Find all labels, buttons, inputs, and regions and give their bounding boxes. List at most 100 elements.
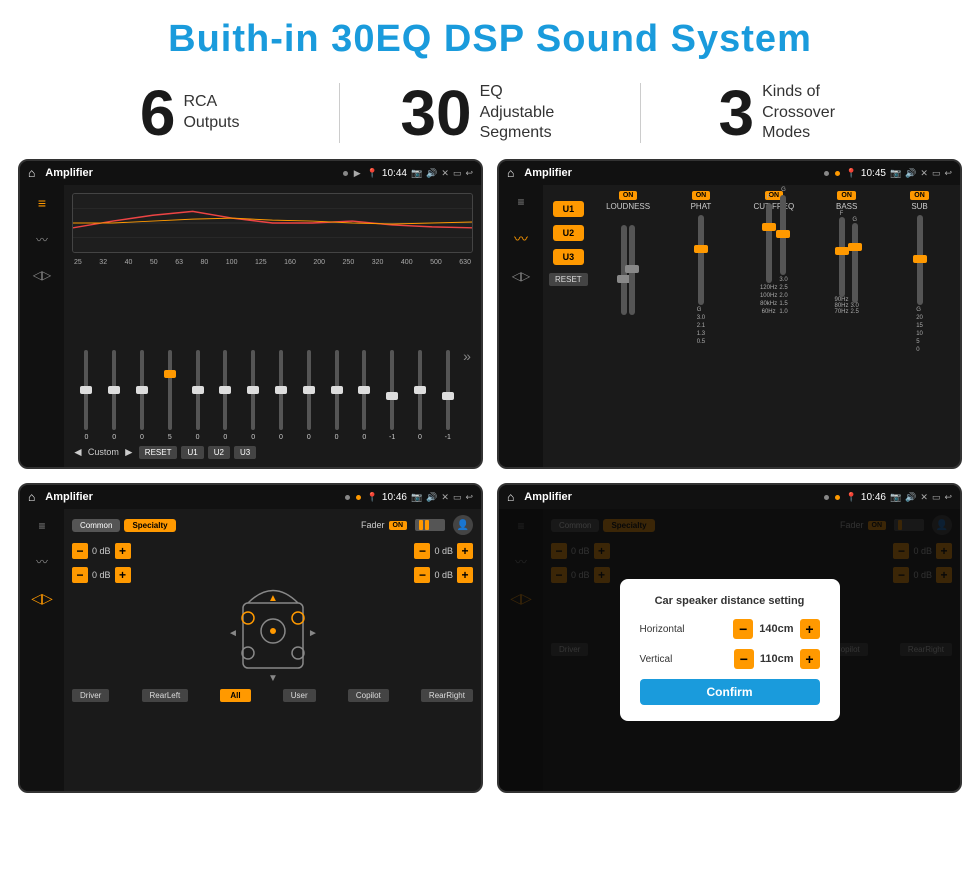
toggle-bass[interactable]: ON	[837, 191, 856, 200]
eq-freq-labels: 25 32 40 50 63 80 100 125 160 200 250 32…	[72, 259, 473, 266]
cutfreq-sliders: F 120Hz 100Hz 80kHz 60Hz G 3.0	[760, 215, 788, 315]
btn-user[interactable]: User	[283, 689, 316, 702]
btn-all[interactable]: All	[220, 689, 250, 702]
db-minus-rr[interactable]: −	[414, 567, 430, 583]
wave-icon-2[interactable]: 〰	[514, 229, 528, 249]
freq-100: 100	[226, 259, 238, 266]
eq-slider-3[interactable]: 5	[157, 350, 182, 441]
eq-slider-1[interactable]: 0	[102, 350, 127, 441]
dialog-vertical-row: Vertical − 110cm +	[640, 649, 820, 669]
home-icon-2[interactable]: ⌂	[507, 166, 514, 180]
home-icon-1[interactable]: ⌂	[28, 166, 35, 180]
eq-slider-8[interactable]: 0	[296, 350, 321, 441]
db-minus-rl[interactable]: −	[72, 567, 88, 583]
horizontal-minus[interactable]: −	[733, 619, 753, 639]
camera-icon-4: 📷	[890, 492, 901, 503]
freq-320: 320	[372, 259, 384, 266]
screen-1-body: ≡ 〰 ◁▷	[20, 185, 481, 467]
rect-icon-2: ▭	[932, 168, 941, 179]
btn-rearleft[interactable]: RearLeft	[142, 689, 189, 702]
horizontal-plus[interactable]: +	[800, 619, 820, 639]
home-icon-3[interactable]: ⌂	[28, 490, 35, 504]
toggle-loudness[interactable]: ON	[619, 191, 638, 200]
db-plus-fr[interactable]: +	[457, 543, 473, 559]
fader-slider[interactable]	[415, 519, 445, 531]
stat-eq-label: EQ AdjustableSegments	[480, 82, 580, 144]
eq-slider-13[interactable]: -1	[435, 350, 460, 441]
eq-slider-9[interactable]: 0	[324, 350, 349, 441]
eq-slider-12[interactable]: 0	[408, 350, 433, 441]
camera-icon: 📷	[411, 168, 422, 179]
db-plus-fl[interactable]: +	[115, 543, 131, 559]
db-minus-fl[interactable]: −	[72, 543, 88, 559]
speaker-tabs: Common Specialty Fader ON 👤	[72, 515, 473, 535]
screen-4-body: ≡ 〰 ◁▷ Common Specialty Fader ON 👤	[499, 509, 960, 791]
db-row-rl: − 0 dB +	[72, 567, 131, 583]
expand-icon[interactable]: »	[463, 348, 471, 364]
u3-button[interactable]: U3	[234, 446, 256, 459]
speaker-icon-2[interactable]: ◁▷	[512, 269, 530, 283]
wave-icon[interactable]: 〰	[36, 231, 48, 248]
preset-u1[interactable]: U1	[553, 201, 585, 217]
status-dot-4a	[824, 495, 829, 500]
eq-slider-11[interactable]: -1	[380, 350, 405, 441]
db-minus-fr[interactable]: −	[414, 543, 430, 559]
label-horizontal: Horizontal	[640, 624, 685, 635]
vertical-minus[interactable]: −	[734, 649, 754, 669]
svg-text:►: ►	[308, 628, 318, 639]
x-icon-3: ✕	[441, 492, 449, 503]
next-icon[interactable]: ►	[123, 445, 135, 459]
x-icon: ✕	[441, 168, 449, 179]
db-row-fr: − 0 dB +	[414, 543, 473, 559]
db-plus-rl[interactable]: +	[115, 567, 131, 583]
person-icon[interactable]: 👤	[453, 515, 473, 535]
db-plus-rr[interactable]: +	[457, 567, 473, 583]
prev-icon[interactable]: ◄	[72, 445, 84, 459]
preset-u2[interactable]: U2	[553, 225, 585, 241]
preset-u3[interactable]: U3	[553, 249, 585, 265]
status-icons-3: 📍 10:46 📷 🔊 ✕ ▭ ↩	[367, 492, 473, 503]
vertical-control: − 110cm +	[734, 649, 820, 669]
wave-icon-3[interactable]: 〰	[36, 553, 48, 570]
db-value-fr: 0 dB	[434, 546, 453, 556]
vertical-plus[interactable]: +	[800, 649, 820, 669]
btn-copilot[interactable]: Copilot	[348, 689, 389, 702]
eq-slider-0[interactable]: 0	[74, 350, 99, 441]
reset-btn-2[interactable]: RESET	[549, 273, 588, 286]
fader-on[interactable]: ON	[389, 521, 408, 530]
label-bass: BASS	[836, 202, 857, 211]
preset-column: U1 U2 U3 RESET	[549, 191, 588, 461]
btn-driver[interactable]: Driver	[72, 689, 109, 702]
eq-slider-10[interactable]: 0	[352, 350, 377, 441]
dialog-box: Car speaker distance setting Horizontal …	[620, 579, 840, 721]
btn-rearright[interactable]: RearRight	[421, 689, 473, 702]
eq-icon-2[interactable]: ≡	[517, 195, 524, 209]
eq-slider-5[interactable]: 0	[213, 350, 238, 441]
status-bar-1: ⌂ Amplifier ▶ 📍 10:44 📷 🔊 ✕ ▭ ↩	[20, 161, 481, 185]
phat-slider	[698, 215, 704, 305]
eq-icon-3[interactable]: ≡	[38, 519, 45, 533]
svg-text:◄: ◄	[228, 628, 238, 639]
u1-button[interactable]: U1	[181, 446, 203, 459]
pin-icon-3: 📍	[367, 492, 378, 503]
speaker-icon[interactable]: ◁▷	[33, 268, 51, 282]
eq-slider-2[interactable]: 0	[130, 350, 155, 441]
u2-button[interactable]: U2	[208, 446, 230, 459]
reset-button[interactable]: RESET	[139, 446, 178, 459]
speaker-icon-3[interactable]: ◁▷	[31, 590, 53, 607]
eq-slider-4[interactable]: 0	[185, 350, 210, 441]
eq-icon[interactable]: ≡	[38, 195, 46, 211]
toggle-sub[interactable]: ON	[910, 191, 929, 200]
rect-icon: ▭	[453, 168, 462, 179]
eq-slider-7[interactable]: 0	[269, 350, 294, 441]
confirm-button[interactable]: Confirm	[640, 679, 820, 705]
toggle-phat[interactable]: ON	[692, 191, 711, 200]
freq-25: 25	[74, 259, 82, 266]
home-icon-4[interactable]: ⌂	[507, 490, 514, 504]
eq-slider-6[interactable]: 0	[241, 350, 266, 441]
side-panel-1: ≡ 〰 ◁▷	[20, 185, 64, 467]
horizontal-control: − 140cm +	[733, 619, 819, 639]
rect-icon-3: ▭	[453, 492, 462, 503]
tab-common[interactable]: Common	[72, 519, 120, 532]
tab-specialty[interactable]: Specialty	[124, 519, 175, 532]
